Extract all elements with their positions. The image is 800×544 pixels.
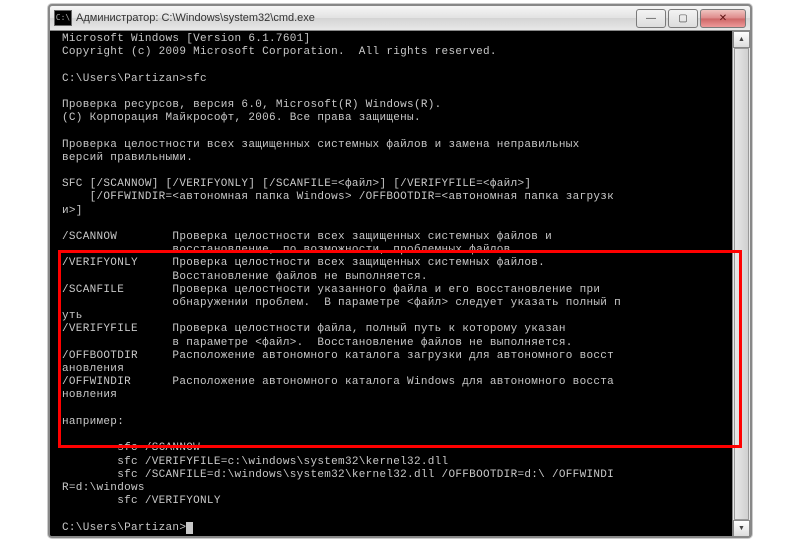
scroll-down-button[interactable]: ▼ bbox=[733, 520, 750, 537]
console-line: C:\Users\Partizan>sfc bbox=[62, 73, 207, 85]
console-line: и>] bbox=[62, 205, 83, 217]
console-line: /VERIFYFILE Проверка целостности файла, … bbox=[62, 323, 566, 335]
maximize-button[interactable]: ▢ bbox=[668, 9, 698, 28]
console-line: /OFFBOOTDIR Расположение автономного кат… bbox=[62, 350, 614, 362]
app-icon: C:\ bbox=[54, 10, 72, 26]
scroll-track[interactable] bbox=[733, 48, 750, 520]
console-body: Microsoft Windows [Version 6.1.7601] Cop… bbox=[50, 31, 750, 537]
console-line: SFC [/SCANNOW] [/VERIFYONLY] [/SCANFILE=… bbox=[62, 178, 531, 190]
vertical-scrollbar[interactable]: ▲ ▼ bbox=[732, 31, 750, 537]
console-line: Проверка целостности всех защищенных сис… bbox=[62, 139, 580, 151]
console-line: sfc /VERIFYFILE=c:\windows\system32\kern… bbox=[62, 456, 448, 468]
cmd-window: C:\ Администратор: C:\Windows\system32\c… bbox=[48, 4, 752, 538]
console-line: версий правильными. bbox=[62, 152, 193, 164]
title-bar[interactable]: C:\ Администратор: C:\Windows\system32\c… bbox=[50, 6, 750, 31]
minimize-button[interactable]: — bbox=[636, 9, 666, 28]
console-line: восстановление, по возможности, проблемн… bbox=[62, 244, 517, 256]
console-line: Microsoft Windows [Version 6.1.7601] bbox=[62, 33, 310, 45]
console-line: Проверка ресурсов, версия 6.0, Microsoft… bbox=[62, 99, 442, 111]
console-line: например: bbox=[62, 416, 124, 428]
close-button[interactable]: ✕ bbox=[700, 9, 746, 28]
console-line: R=d:\windows bbox=[62, 482, 145, 494]
console-line: уть bbox=[62, 310, 83, 322]
console-line: /SCANNOW Проверка целостности всех защищ… bbox=[62, 231, 552, 243]
console-line: новления bbox=[62, 389, 117, 401]
console-line: sfc /VERIFYONLY bbox=[62, 495, 221, 507]
console-line: /VERIFYONLY Проверка целостности всех за… bbox=[62, 257, 545, 269]
console-line: sfc /SCANNOW bbox=[62, 442, 200, 454]
prompt-line[interactable]: C:\Users\Partizan> bbox=[62, 522, 186, 534]
console-line: обнаружении проблем. В параметре <файл> … bbox=[62, 297, 621, 309]
window-title: Администратор: C:\Windows\system32\cmd.e… bbox=[76, 12, 634, 24]
console-line: в параметре <файл>. Восстановление файло… bbox=[62, 337, 573, 349]
console-line: ановления bbox=[62, 363, 124, 375]
console-line: [/OFFWINDIR=<автономная папка Windows> /… bbox=[62, 191, 614, 203]
cursor bbox=[186, 522, 193, 534]
scroll-thumb[interactable] bbox=[734, 48, 749, 520]
window-buttons: — ▢ ✕ bbox=[634, 9, 746, 28]
console-line: (С) Корпорация Майкрософт, 2006. Все пра… bbox=[62, 112, 421, 124]
console-line: Copyright (c) 2009 Microsoft Corporation… bbox=[62, 46, 497, 58]
console-line: /OFFWINDIR Расположение автономного ката… bbox=[62, 376, 614, 388]
console-output[interactable]: Microsoft Windows [Version 6.1.7601] Cop… bbox=[50, 31, 750, 535]
console-line: /SCANFILE Проверка целостности указанног… bbox=[62, 284, 600, 296]
scroll-up-button[interactable]: ▲ bbox=[733, 31, 750, 48]
console-line: sfc /SCANFILE=d:\windows\system32\kernel… bbox=[62, 469, 614, 481]
console-line: Восстановление файлов не выполняется. bbox=[62, 271, 428, 283]
